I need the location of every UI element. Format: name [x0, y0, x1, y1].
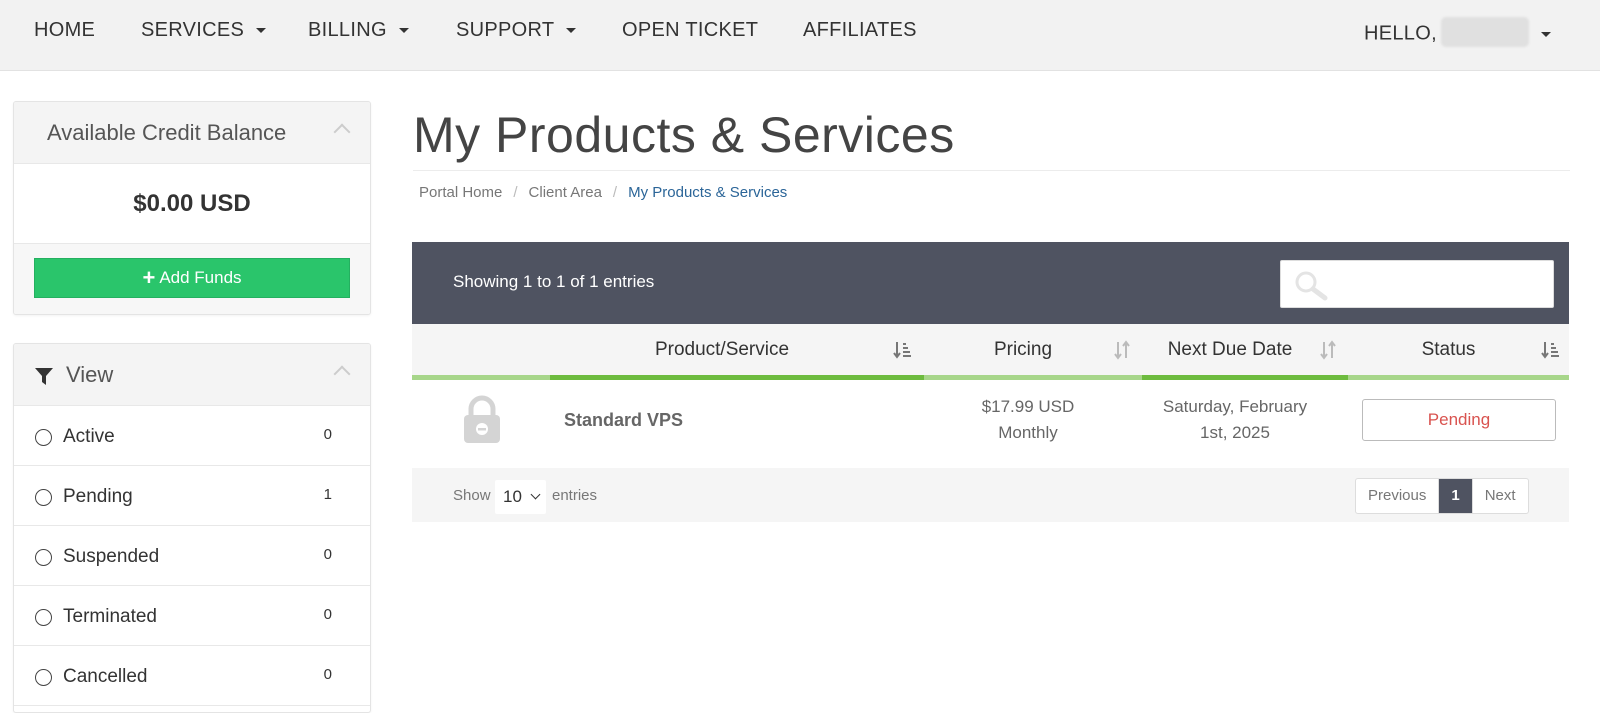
previous-page-button[interactable]: Previous: [1356, 479, 1440, 513]
table-toolbar: Showing 1 to 1 of 1 entries: [412, 242, 1569, 324]
column-label: Product/Service: [654, 339, 790, 360]
table-header: Product/Service Pricing Next Due Date St…: [412, 324, 1569, 380]
chevron-up-icon[interactable]: [333, 365, 351, 383]
show-label: Show: [453, 487, 491, 504]
nav-billing-label: BILLING: [308, 19, 387, 41]
column-label: Status: [1421, 339, 1476, 360]
breadcrumb-separator: /: [513, 184, 518, 201]
view-panel-title: View: [66, 362, 114, 387]
page-length-select[interactable]: 10: [495, 480, 546, 514]
filter-label: Cancelled: [63, 666, 148, 687]
filter-option-suspended[interactable]: Suspended 0: [14, 526, 370, 586]
plus-icon: +: [142, 265, 156, 290]
nav-services-label: SERVICES: [141, 19, 245, 41]
caret-down-icon: [566, 28, 577, 34]
credit-amount: $0.00 USD: [14, 164, 370, 244]
redacted-username: [1440, 17, 1529, 47]
nav-affiliates[interactable]: AFFILIATES: [803, 19, 917, 42]
filter-count: 0: [323, 426, 332, 443]
breadcrumb: Portal Home / Client Area / My Products & Se…: [419, 184, 787, 201]
breadcrumb-separator: /: [612, 184, 618, 201]
billing-cycle: Monthly: [998, 423, 1058, 442]
filter-option-active[interactable]: Active 0: [14, 406, 370, 466]
radio-icon[interactable]: [35, 429, 52, 446]
filter-option-terminated[interactable]: Terminated 0: [14, 586, 370, 646]
next-page-button[interactable]: Next: [1471, 479, 1528, 513]
breadcrumb-current: My Products & Services: [628, 184, 788, 201]
filter-count: 1: [323, 486, 332, 503]
credit-panel-footer: + Add Funds: [14, 244, 370, 314]
title-divider: [413, 170, 1570, 171]
filter-label: Suspended: [63, 546, 160, 567]
search-icon: [1295, 271, 1328, 301]
nav-open-ticket[interactable]: OPEN TICKET: [622, 19, 758, 42]
hello-label: HELLO,: [1364, 22, 1437, 45]
entries-info: Showing 1 to 1 of 1 entries: [453, 272, 655, 291]
nav-affiliates-label: AFFILIATES: [803, 19, 917, 41]
sort-both-icon: [1320, 340, 1336, 360]
column-header-pricing[interactable]: Pricing: [924, 324, 1142, 380]
add-funds-button[interactable]: + Add Funds: [34, 258, 350, 298]
nav-home-label: HOME: [34, 19, 96, 41]
status-badge: Pending: [1362, 399, 1556, 441]
sort-asc-icon: [1541, 342, 1559, 359]
search-input[interactable]: [1280, 260, 1554, 308]
pricing-cell: $17.99 USD Monthly: [924, 394, 1132, 446]
radio-icon[interactable]: [35, 609, 52, 626]
nav-services[interactable]: SERVICES: [141, 19, 267, 42]
filter-option-cancelled[interactable]: Cancelled 0: [14, 646, 370, 706]
column-label: Pricing: [993, 339, 1053, 360]
lock-icon: [464, 395, 500, 443]
chevron-up-icon[interactable]: [333, 123, 351, 141]
page-title: My Products & Services: [413, 107, 955, 163]
sort-asc-icon: [893, 342, 911, 359]
column-header-product[interactable]: Product/Service: [550, 324, 924, 380]
filter-count: 0: [323, 546, 332, 563]
product-name: Standard VPS: [564, 410, 684, 430]
filter-icon: [35, 368, 53, 385]
nav-home[interactable]: HOME: [34, 19, 95, 42]
caret-down-icon: [256, 28, 267, 34]
table-row[interactable]: Standard VPS $17.99 USD Monthly Saturday…: [412, 380, 1569, 468]
page-1-button[interactable]: 1: [1439, 479, 1472, 513]
credit-panel-header[interactable]: Available Credit Balance: [14, 102, 370, 164]
nav-support[interactable]: SUPPORT: [456, 19, 577, 42]
due-date-line2: 1st, 2025: [1200, 423, 1270, 442]
caret-down-icon: [398, 28, 409, 34]
price-amount: $17.99 USD: [981, 397, 1075, 416]
filter-label: Terminated: [63, 606, 157, 627]
nav-support-label: SUPPORT: [456, 19, 555, 41]
user-menu[interactable]: HELLO,: [1364, 17, 1551, 49]
top-navbar: HOME SERVICES BILLING SUPPORT OPEN TICKE…: [0, 0, 1600, 71]
entries-label: entries: [552, 487, 598, 504]
view-filter-panel: View Active 0 Pending 1 Suspended 0 Term…: [13, 343, 371, 713]
nav-open-ticket-label: OPEN TICKET: [622, 19, 759, 41]
pagination: Previous 1 Next: [1355, 478, 1529, 514]
column-header-icon: [412, 324, 550, 380]
filter-option-pending[interactable]: Pending 1: [14, 466, 370, 526]
breadcrumb-portal-home[interactable]: Portal Home: [419, 184, 502, 201]
view-panel-header[interactable]: View: [14, 344, 370, 406]
radio-icon[interactable]: [35, 489, 52, 506]
nav-billing[interactable]: BILLING: [308, 19, 409, 42]
due-date-line1: Saturday, February: [1162, 397, 1308, 416]
chevron-down-icon: [530, 489, 541, 500]
filter-count: 0: [323, 666, 332, 683]
caret-down-icon: [1540, 31, 1551, 37]
column-header-due-date[interactable]: Next Due Date: [1142, 324, 1348, 380]
credit-panel-title: Available Credit Balance: [47, 120, 287, 145]
breadcrumb-client-area[interactable]: Client Area: [529, 184, 602, 201]
due-date-cell: Saturday, February 1st, 2025: [1132, 394, 1338, 446]
radio-icon[interactable]: [35, 669, 52, 686]
page-length-value: 10: [503, 487, 522, 506]
column-label: Next Due Date: [1167, 339, 1293, 360]
filter-label: Pending: [63, 486, 133, 507]
filter-count: 0: [323, 606, 332, 623]
add-funds-label: Add Funds: [159, 268, 242, 287]
table-footer: Show 10 entries Previous 1 Next: [412, 468, 1569, 522]
radio-icon[interactable]: [35, 549, 52, 566]
filter-label: Active: [63, 426, 115, 447]
column-header-status[interactable]: Status: [1348, 324, 1569, 380]
credit-balance-panel: Available Credit Balance $0.00 USD + Add…: [13, 101, 371, 315]
